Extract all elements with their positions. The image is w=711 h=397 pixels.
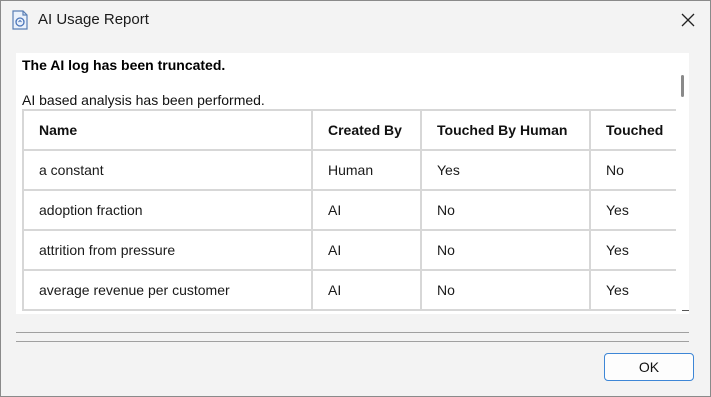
truncated-message: The AI log has been truncated. [22, 57, 226, 73]
cell-created-by: Human [311, 149, 422, 191]
cell-touched-by-human: No [420, 269, 591, 311]
table-row[interactable]: attrition from pressure AI No Yes [22, 229, 681, 271]
cell-touched: Yes [589, 269, 681, 311]
column-header-touched[interactable]: Touched [589, 109, 681, 151]
usage-table: Name Created By Touched By Human Touched… [22, 109, 681, 311]
cell-name: adoption fraction [22, 189, 313, 231]
performed-message: AI based analysis has been performed. [22, 92, 265, 108]
column-header-name[interactable]: Name [22, 109, 313, 151]
vertical-scrollbar[interactable] [676, 53, 689, 314]
cell-touched-by-human: No [420, 229, 591, 271]
column-header-touched-by-human[interactable]: Touched By Human [420, 109, 591, 151]
divider [16, 332, 689, 333]
ok-button[interactable]: OK [604, 353, 694, 381]
cell-name: average revenue per customer [22, 269, 313, 311]
cell-created-by: AI [311, 189, 422, 231]
cell-touched: No [589, 149, 681, 191]
cell-touched-by-human: Yes [420, 149, 591, 191]
cell-name: a constant [22, 149, 313, 191]
ai-usage-report-dialog: AI Usage Report The AI log has been trun… [0, 0, 711, 397]
cell-touched: Yes [589, 189, 681, 231]
cell-created-by: AI [311, 269, 422, 311]
close-icon [681, 13, 695, 27]
cell-name: attrition from pressure [22, 229, 313, 271]
table-row[interactable]: average revenue per customer AI No Yes [22, 269, 681, 311]
scroll-corner-mark [682, 310, 689, 311]
close-button[interactable] [666, 1, 710, 39]
window-title: AI Usage Report [38, 11, 149, 28]
table-row[interactable]: a constant Human Yes No [22, 149, 681, 191]
cell-created-by: AI [311, 229, 422, 271]
divider [16, 341, 689, 342]
table-header-row: Name Created By Touched By Human Touched [22, 109, 681, 151]
app-document-icon [12, 10, 28, 30]
title-bar[interactable]: AI Usage Report [1, 1, 710, 39]
table-row[interactable]: adoption fraction AI No Yes [22, 189, 681, 231]
vertical-scrollbar-thumb[interactable] [681, 75, 684, 97]
cell-touched: Yes [589, 229, 681, 271]
report-content[interactable]: The AI log has been truncated. AI based … [16, 53, 689, 314]
column-header-created-by[interactable]: Created By [311, 109, 422, 151]
cell-touched-by-human: No [420, 189, 591, 231]
